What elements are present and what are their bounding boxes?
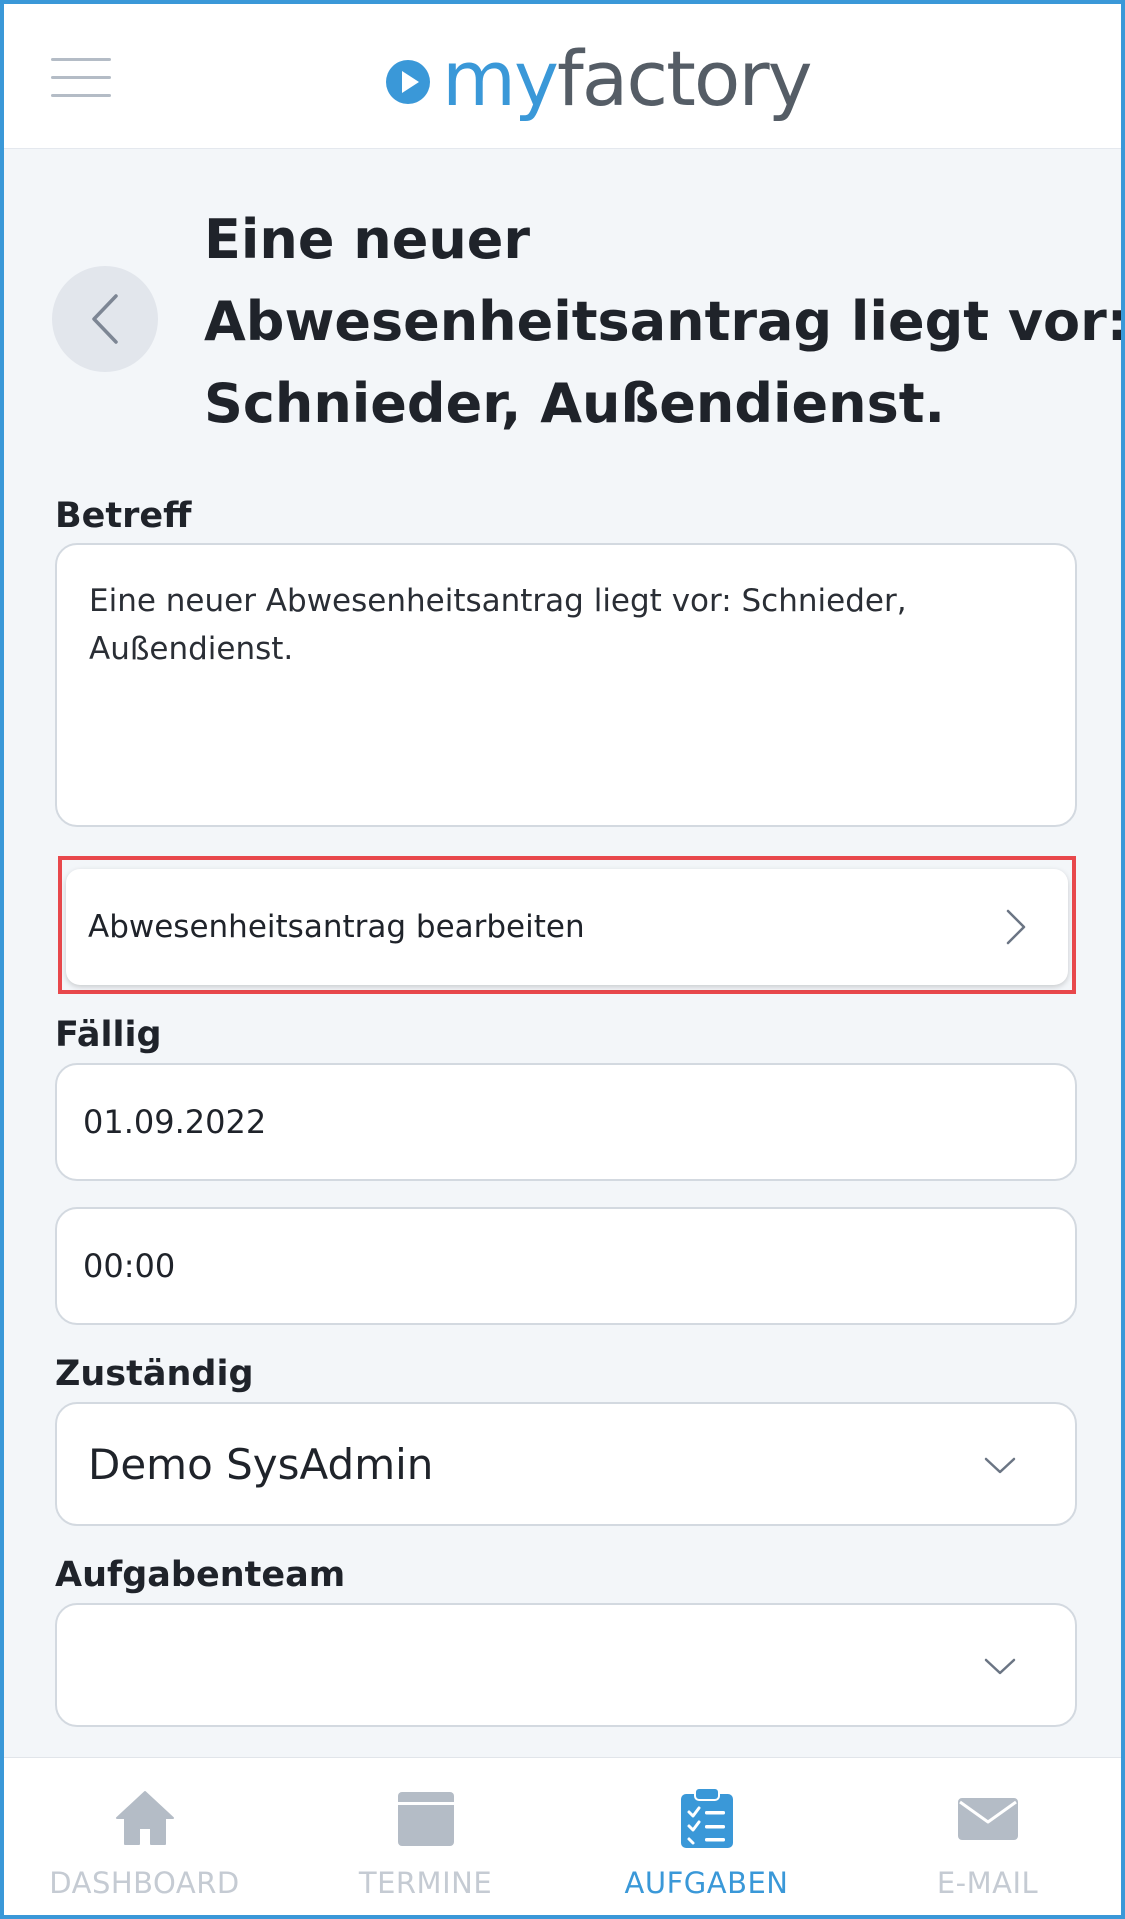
calendar-icon <box>397 1792 454 1846</box>
play-logo-icon <box>386 60 430 104</box>
nav-item-aufgaben[interactable]: AUFGABEN <box>566 1758 847 1915</box>
chevron-down-icon <box>984 1658 1016 1675</box>
due-label: Fällig <box>55 1015 162 1055</box>
nav-item-termine[interactable]: TERMINE <box>285 1758 566 1915</box>
nav-label-aufgaben: AUFGABEN <box>624 1866 789 1900</box>
subject-textarea[interactable]: Eine neuer Abwesenheitsantrag liegt vor:… <box>55 543 1077 827</box>
chevron-down-icon <box>984 1457 1016 1474</box>
back-button[interactable] <box>52 266 158 372</box>
nav-label-dashboard: DASHBOARD <box>49 1866 240 1900</box>
edit-absence-request-label: Abwesenheitsantrag bearbeiten <box>88 909 585 945</box>
nav-label-termine: TERMINE <box>358 1866 493 1900</box>
page-title: Eine neuer Abwesenheitsantrag liegt vor:… <box>204 199 1125 445</box>
bottom-navigation: DASHBOARD TERMINE AUFGABEN E-MAIL <box>4 1757 1121 1915</box>
logo-text-factory: factory <box>557 34 813 123</box>
menu-icon[interactable] <box>51 56 111 100</box>
myfactory-logo: myfactory <box>384 34 813 124</box>
app-header: myfactory <box>4 4 1121 149</box>
team-label: Aufgabenteam <box>55 1555 346 1595</box>
due-time-input[interactable]: 00:00 <box>55 1207 1077 1325</box>
subject-text-line: Außendienst. <box>89 631 294 667</box>
nav-item-dashboard[interactable]: DASHBOARD <box>4 1758 285 1915</box>
logo-text-my: my <box>442 34 559 123</box>
home-icon <box>115 1791 174 1845</box>
envelope-icon <box>957 1798 1018 1840</box>
responsible-select[interactable]: Demo SysAdmin <box>55 1402 1077 1526</box>
chevron-right-icon <box>1006 909 1026 945</box>
nav-label-email: E-MAIL <box>936 1866 1039 1900</box>
due-date-input[interactable]: 01.09.2022 <box>55 1063 1077 1181</box>
subject-text-line: Eine neuer Abwesenheitsantrag liegt vor:… <box>89 583 907 619</box>
clipboard-check-icon <box>680 1787 733 1848</box>
page-title-line: Abwesenheitsantrag liegt vor: <box>204 290 1125 353</box>
nav-item-email[interactable]: E-MAIL <box>847 1758 1121 1915</box>
responsible-label: Zuständig <box>55 1354 254 1394</box>
page-title-line: Schnieder, Außendienst. <box>204 372 946 435</box>
team-select[interactable] <box>55 1603 1077 1727</box>
subject-label: Betreff <box>55 496 192 536</box>
responsible-value: Demo SysAdmin <box>88 1439 434 1489</box>
app-frame: myfactory Eine neuer Abwesenheitsantrag … <box>0 0 1125 1919</box>
page-title-line: Eine neuer <box>204 208 531 271</box>
edit-absence-request-button[interactable]: Abwesenheitsantrag bearbeiten <box>66 869 1068 985</box>
chevron-left-icon <box>92 294 118 344</box>
